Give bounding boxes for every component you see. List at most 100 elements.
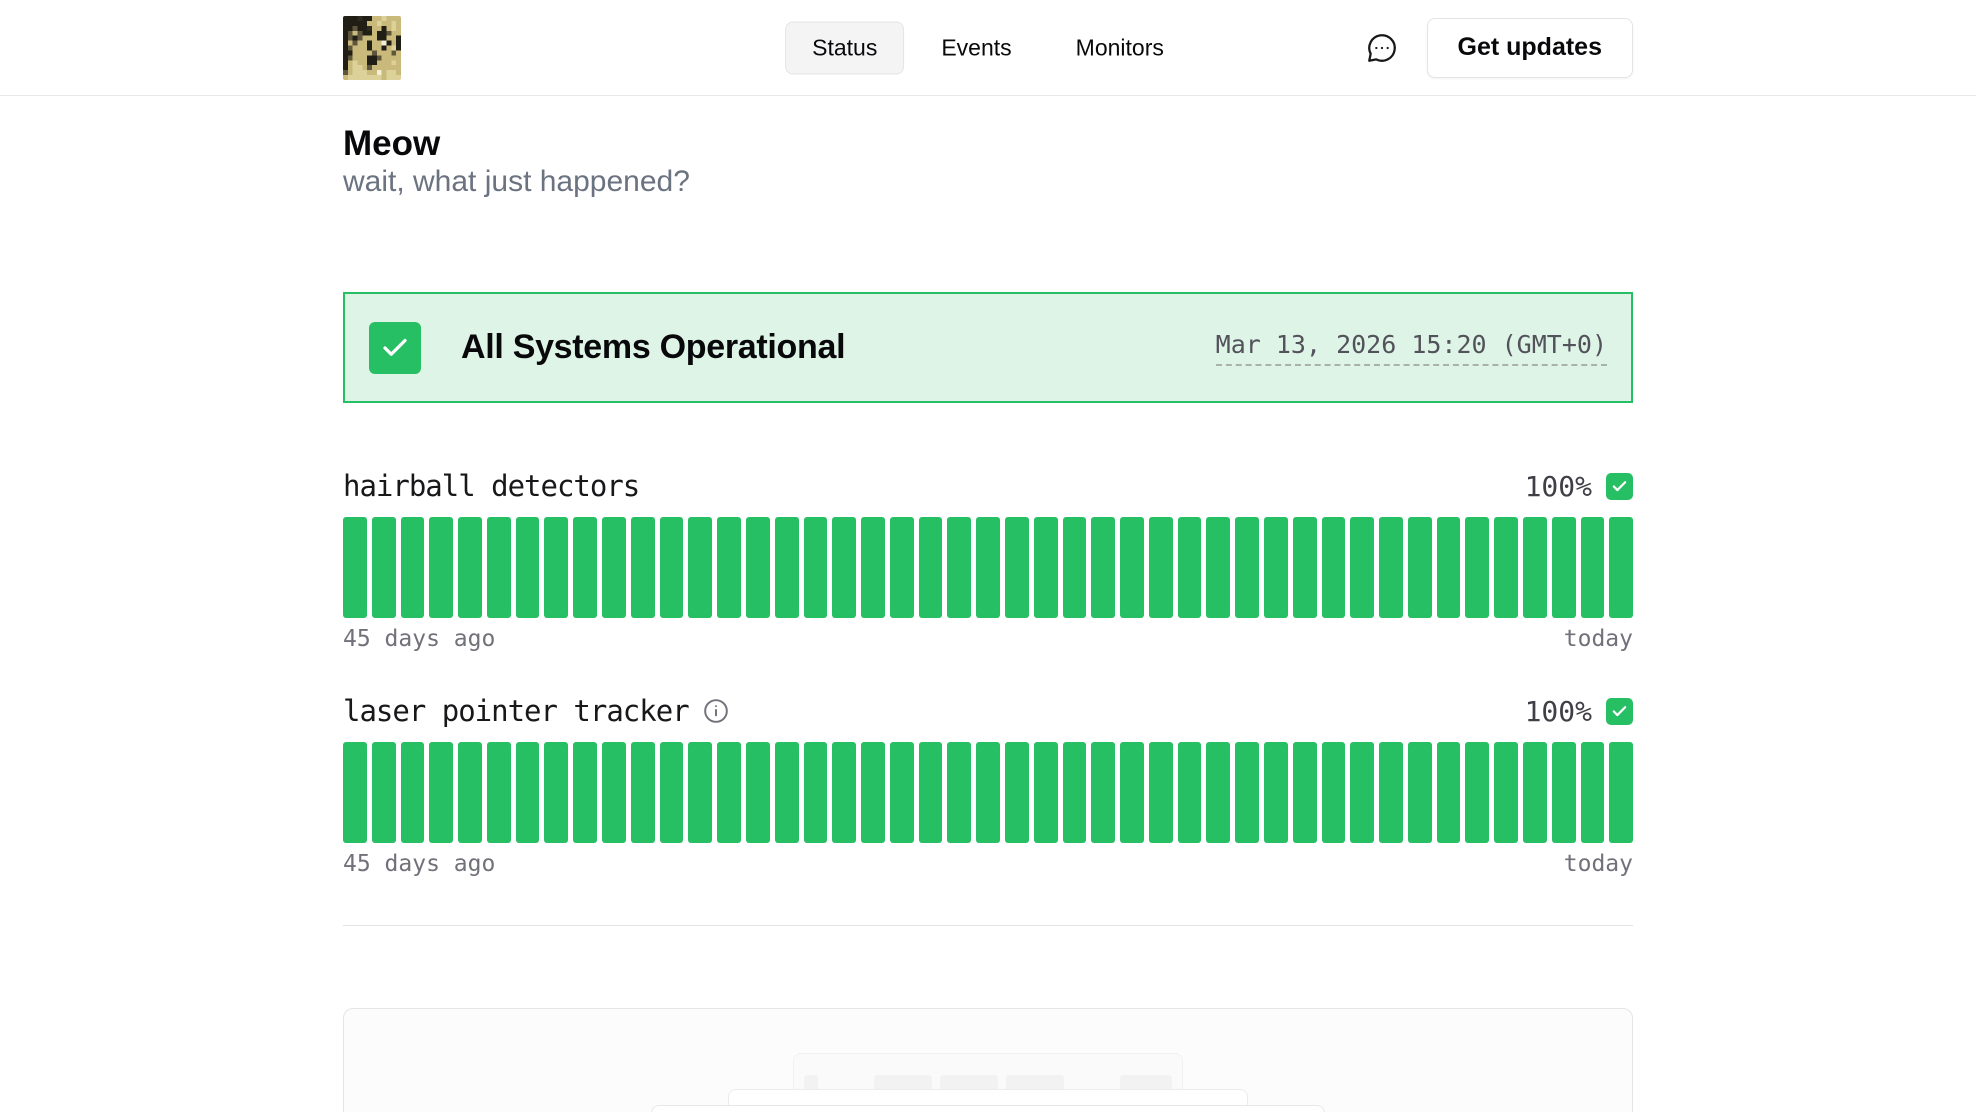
status-timestamp[interactable]: Mar 13, 2026 15:20 (GMT+0): [1216, 330, 1607, 366]
uptime-bar[interactable]: [861, 517, 885, 618]
uptime-bar[interactable]: [372, 742, 396, 843]
uptime-bar[interactable]: [660, 742, 684, 843]
uptime-bar[interactable]: [1322, 517, 1346, 618]
uptime-bar[interactable]: [1264, 517, 1288, 618]
uptime-bar[interactable]: [688, 742, 712, 843]
uptime-bar[interactable]: [401, 742, 425, 843]
uptime-bar[interactable]: [976, 742, 1000, 843]
uptime-bar[interactable]: [602, 517, 626, 618]
uptime-bar[interactable]: [717, 742, 741, 843]
feedback-chat-icon[interactable]: [1365, 31, 1399, 65]
monitor-status-check-icon[interactable]: [1606, 698, 1633, 725]
uptime-bar[interactable]: [1465, 742, 1489, 843]
uptime-bar[interactable]: [1149, 742, 1173, 843]
uptime-bar[interactable]: [1149, 517, 1173, 618]
uptime-bar[interactable]: [919, 517, 943, 618]
uptime-bar[interactable]: [688, 517, 712, 618]
uptime-bar[interactable]: [1581, 742, 1605, 843]
uptime-bar[interactable]: [832, 742, 856, 843]
uptime-bar[interactable]: [1178, 517, 1202, 618]
uptime-bar[interactable]: [631, 517, 655, 618]
uptime-bar[interactable]: [1005, 517, 1029, 618]
get-updates-button[interactable]: Get updates: [1427, 18, 1633, 78]
uptime-bar[interactable]: [1120, 517, 1144, 618]
uptime-bar[interactable]: [919, 742, 943, 843]
tab-events[interactable]: Events: [914, 21, 1038, 74]
uptime-bar[interactable]: [1523, 517, 1547, 618]
uptime-bar[interactable]: [746, 517, 770, 618]
uptime-bar[interactable]: [1408, 742, 1432, 843]
uptime-bar[interactable]: [1063, 517, 1087, 618]
uptime-bar[interactable]: [775, 517, 799, 618]
uptime-bar[interactable]: [1091, 517, 1115, 618]
uptime-bar[interactable]: [429, 517, 453, 618]
uptime-bar[interactable]: [1293, 742, 1317, 843]
uptime-bar[interactable]: [516, 742, 540, 843]
uptime-bar[interactable]: [861, 742, 885, 843]
uptime-bar[interactable]: [976, 517, 1000, 618]
uptime-bar[interactable]: [1178, 742, 1202, 843]
uptime-bar[interactable]: [1235, 517, 1259, 618]
uptime-bar[interactable]: [1034, 742, 1058, 843]
uptime-bar[interactable]: [890, 742, 914, 843]
uptime-bar[interactable]: [1206, 517, 1230, 618]
uptime-bar[interactable]: [458, 517, 482, 618]
uptime-bar[interactable]: [372, 517, 396, 618]
uptime-bar[interactable]: [1293, 517, 1317, 618]
uptime-bar[interactable]: [1005, 742, 1029, 843]
uptime-bar[interactable]: [1350, 742, 1374, 843]
uptime-bar[interactable]: [1235, 742, 1259, 843]
uptime-bar[interactable]: [573, 742, 597, 843]
uptime-bar[interactable]: [1408, 517, 1432, 618]
uptime-bar[interactable]: [1609, 742, 1633, 843]
uptime-bar[interactable]: [804, 517, 828, 618]
uptime-bar[interactable]: [1034, 517, 1058, 618]
uptime-bar[interactable]: [602, 742, 626, 843]
uptime-bar[interactable]: [544, 517, 568, 618]
uptime-bar[interactable]: [343, 517, 367, 618]
uptime-bar[interactable]: [1437, 742, 1461, 843]
uptime-bar[interactable]: [660, 517, 684, 618]
monitor-status-check-icon[interactable]: [1606, 473, 1633, 500]
uptime-bar[interactable]: [487, 517, 511, 618]
uptime-bar[interactable]: [1379, 742, 1403, 843]
uptime-bar[interactable]: [1063, 742, 1087, 843]
tab-status[interactable]: Status: [785, 21, 904, 74]
uptime-bar[interactable]: [1523, 742, 1547, 843]
uptime-bar[interactable]: [401, 517, 425, 618]
uptime-bar[interactable]: [1350, 517, 1374, 618]
uptime-bar[interactable]: [1465, 517, 1489, 618]
uptime-bar[interactable]: [573, 517, 597, 618]
uptime-bar[interactable]: [1552, 517, 1576, 618]
uptime-bar[interactable]: [1379, 517, 1403, 618]
logo[interactable]: [343, 16, 401, 80]
uptime-bar[interactable]: [1091, 742, 1115, 843]
uptime-bar[interactable]: [947, 742, 971, 843]
uptime-bar[interactable]: [1581, 517, 1605, 618]
uptime-bar[interactable]: [804, 742, 828, 843]
uptime-bar[interactable]: [516, 517, 540, 618]
uptime-bar[interactable]: [343, 742, 367, 843]
uptime-bar[interactable]: [1437, 517, 1461, 618]
uptime-bar[interactable]: [1494, 517, 1518, 618]
uptime-bar[interactable]: [717, 517, 741, 618]
uptime-bar[interactable]: [746, 742, 770, 843]
tab-monitors[interactable]: Monitors: [1049, 21, 1191, 74]
uptime-bar[interactable]: [890, 517, 914, 618]
uptime-bar[interactable]: [458, 742, 482, 843]
uptime-bar[interactable]: [1322, 742, 1346, 843]
uptime-bar[interactable]: [631, 742, 655, 843]
uptime-bar[interactable]: [832, 517, 856, 618]
uptime-bar[interactable]: [429, 742, 453, 843]
info-circle-icon[interactable]: [703, 698, 729, 724]
uptime-bar[interactable]: [1494, 742, 1518, 843]
uptime-bar[interactable]: [1120, 742, 1144, 843]
uptime-bar[interactable]: [544, 742, 568, 843]
uptime-bar[interactable]: [1264, 742, 1288, 843]
uptime-bar[interactable]: [947, 517, 971, 618]
uptime-bar[interactable]: [1609, 517, 1633, 618]
uptime-bar[interactable]: [775, 742, 799, 843]
uptime-bar[interactable]: [1206, 742, 1230, 843]
uptime-bar[interactable]: [1552, 742, 1576, 843]
uptime-bar[interactable]: [487, 742, 511, 843]
